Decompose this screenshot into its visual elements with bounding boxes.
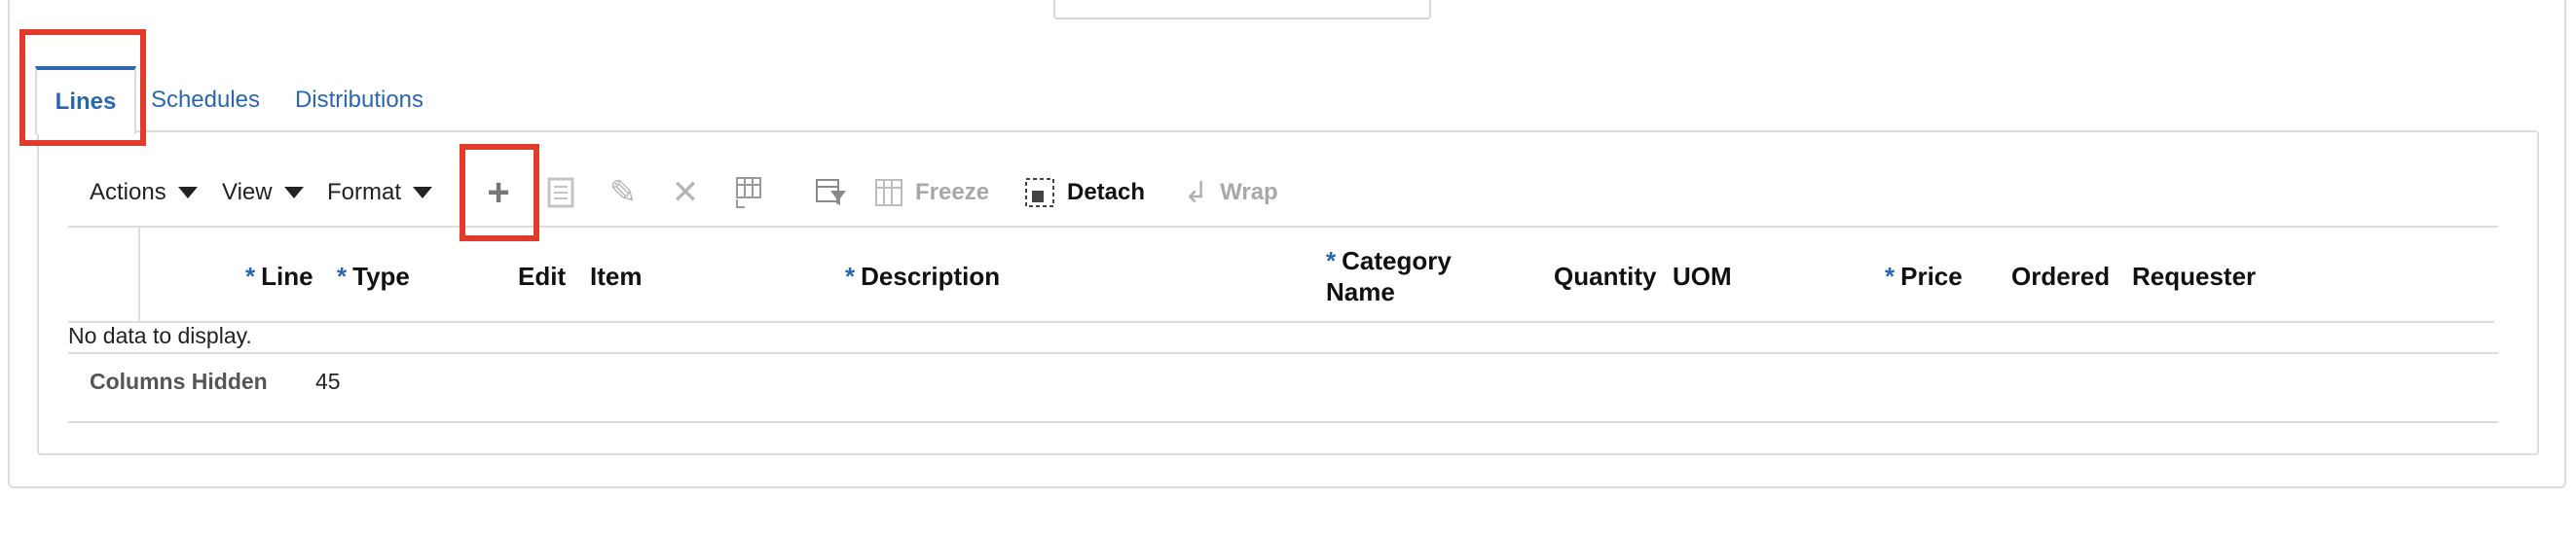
chevron-down-icon (283, 187, 304, 198)
manage-columns-icon (736, 177, 761, 208)
wrap-button[interactable]: ↲ Wrap (1184, 169, 1278, 216)
export-button[interactable] (539, 169, 582, 216)
tab-distributions-label: Distributions (294, 87, 424, 113)
tab-distributions[interactable]: Distributions (290, 70, 428, 130)
freeze-button[interactable]: Freeze (874, 169, 989, 216)
view-menu[interactable]: View (222, 169, 304, 216)
query-by-example-button[interactable] (810, 169, 853, 216)
column-header-label: Price (1900, 262, 1963, 291)
column-header-uom[interactable]: UOM (1673, 261, 1732, 292)
tab-schedules-label: Schedules (150, 87, 261, 113)
columns-hidden-label: Columns Hidden (90, 369, 268, 394)
required-marker: * (1885, 262, 1895, 291)
tab-schedules[interactable]: Schedules (146, 70, 265, 130)
header-text-field[interactable] (1053, 0, 1431, 19)
edit-button[interactable]: ✎ (602, 169, 644, 216)
column-header-type[interactable]: * Type (337, 261, 410, 292)
column-header-ordered[interactable]: Ordered (2011, 261, 2110, 292)
column-header-edit[interactable]: Edit (518, 261, 566, 292)
add-button-highlight (460, 144, 539, 241)
column-header-label: Quantity (1554, 262, 1657, 291)
delete-button[interactable]: ✕ (664, 169, 707, 216)
column-header-item[interactable]: Item (590, 261, 642, 292)
lines-tab-highlight (19, 29, 146, 146)
required-marker: * (337, 262, 348, 291)
detach-icon (1025, 178, 1054, 207)
column-header-label: Line (261, 262, 313, 291)
chevron-down-icon (413, 187, 433, 198)
required-marker: * (1326, 246, 1337, 275)
column-header-label: Edit (518, 262, 567, 291)
format-menu[interactable]: Format (327, 169, 433, 216)
row-header-divider (138, 228, 140, 321)
format-menu-label: Format (327, 179, 402, 205)
columns-hidden-count: 45 (315, 369, 341, 394)
empty-table-message: No data to display. (68, 323, 252, 348)
query-by-example-icon (816, 179, 846, 205)
freeze-icon (875, 179, 902, 206)
column-header-label: Description (861, 262, 1001, 291)
actions-menu[interactable]: Actions (90, 169, 198, 216)
required-marker: * (845, 262, 856, 291)
column-header-label: Item (590, 262, 643, 291)
wrap-icon: ↲ (1184, 176, 1209, 209)
column-header-price[interactable]: * Price (1885, 261, 1963, 292)
chevron-down-icon (177, 187, 198, 198)
column-header-category-name[interactable]: * Category Name (1326, 245, 1472, 307)
column-header-requester[interactable]: Requester (2132, 261, 2256, 292)
column-header-label: Ordered (2011, 262, 2111, 291)
column-header-label: Requester (2132, 262, 2257, 291)
view-menu-label: View (222, 179, 273, 205)
required-marker: * (245, 262, 256, 291)
edit-icon: ✎ (608, 174, 638, 211)
freeze-label: Freeze (915, 179, 990, 205)
wrap-label: Wrap (1220, 179, 1278, 205)
status-bar-divider (68, 352, 2498, 354)
column-header-label: UOM (1673, 262, 1732, 291)
manage-columns-button[interactable] (726, 169, 769, 216)
header-bottom-divider (68, 321, 2494, 323)
actions-menu-label: Actions (90, 179, 166, 205)
toolbar-divider (68, 226, 2498, 228)
detach-label: Detach (1067, 179, 1146, 205)
delete-icon: ✕ (671, 174, 700, 211)
column-header-label: Category Name (1326, 246, 1452, 306)
column-header-label: Type (352, 262, 410, 291)
detach-button[interactable]: Detach (1024, 169, 1145, 216)
column-header-line[interactable]: * Line (245, 261, 313, 292)
column-header-quantity[interactable]: Quantity (1554, 261, 1656, 292)
column-header-description[interactable]: * Description (845, 261, 1000, 292)
table-bottom-divider (68, 421, 2498, 423)
export-icon (547, 177, 574, 208)
